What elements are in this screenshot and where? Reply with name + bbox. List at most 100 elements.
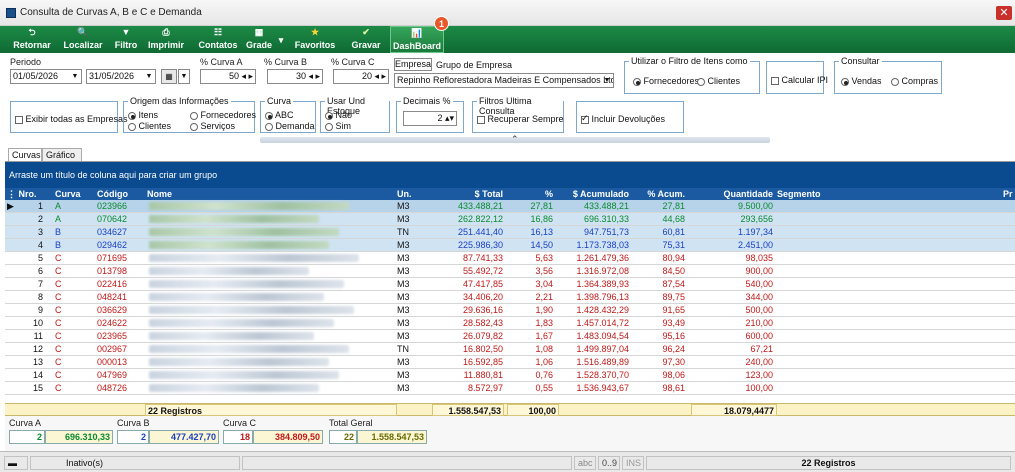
tab-empresa[interactable]: Empresa <box>394 58 432 71</box>
cell-total: 11.880,81 <box>463 370 503 380</box>
date-to-field[interactable]: 31/05/2026 ▼ <box>86 69 156 84</box>
table-row[interactable]: 6 C 013798 M3 55.492,72 3,56 1.316.972,08 84,50… <box>5 265 1015 278</box>
header-pr[interactable]: Pr <box>1001 188 1015 200</box>
chevron-down-icon: ▾ <box>278 35 284 45</box>
radio-clientes[interactable]: Clientes <box>697 76 740 86</box>
chevron-down-icon[interactable]: ▼ <box>69 70 81 83</box>
dashboard-button[interactable]: 📊 DashBoard <box>390 26 444 53</box>
cell-pct-acum: 91,65 <box>662 305 685 315</box>
radio-demanda[interactable]: Demanda <box>265 121 315 131</box>
calcular-ipi-checkbox[interactable]: Calcular IPI <box>771 75 828 85</box>
cell-pct: 1,83 <box>535 318 553 328</box>
cell-pct-acum: 27,81 <box>662 201 685 211</box>
table-row[interactable]: 11 C 023965 M3 26.079,82 1,67 1.483.094,54 95,1… <box>5 330 1015 343</box>
radio-origem-fornecedores[interactable]: Fornecedores <box>190 110 256 120</box>
cell-total: 28.582,43 <box>462 318 503 328</box>
table-row[interactable]: 3 B 034627 TN 251.441,40 16,13 947.751,73 60,81… <box>5 226 1015 239</box>
curva-c-stepper[interactable]: 20 ◂ ▸ <box>333 69 389 84</box>
header-nro[interactable]: ⋮ Nro. <box>5 188 45 200</box>
filtro-button[interactable]: ▼ Filtro <box>110 26 142 53</box>
cell-curva: C <box>55 318 62 328</box>
favoritos-button[interactable]: ★ Favoritos <box>292 26 338 53</box>
radio-vendas[interactable]: Vendas <box>841 76 882 86</box>
cell-codigo: 023965 <box>97 331 128 341</box>
radio-nao[interactable]: Não <box>325 110 352 120</box>
table-row[interactable]: 12 C 002967 TN 16.802,50 1,08 1.499.897,04 96,2… <box>5 343 1015 356</box>
recuperar-sempre-checkbox[interactable]: Recuperar Sempre <box>477 114 564 124</box>
curva-b-stepper[interactable]: 30 ◂ ▸ <box>267 69 323 84</box>
grade-button[interactable]: ▦ Grade <box>244 26 274 53</box>
table-row[interactable]: 13 C 000013 M3 16.592,85 1,06 1.516.489,89 97,3… <box>5 356 1015 369</box>
table-row[interactable]: 10 C 024622 M3 28.582,43 1,83 1.457.014,72 93,4… <box>5 317 1015 330</box>
header-un[interactable]: Un. <box>395 188 435 200</box>
cell-pct-acum: 98,61 <box>662 383 685 393</box>
radio-itens[interactable]: Itens <box>128 110 158 120</box>
cell-nro: 6 <box>37 266 43 276</box>
table-row[interactable]: 9 C 036629 M3 29.636,16 1,90 1.428.432,29 91,65… <box>5 304 1015 317</box>
table-row[interactable]: 14 C 047969 M3 11.880,81 0,76 1.528.370,70 98,0… <box>5 369 1015 382</box>
header-pct-acum[interactable]: % Acum. <box>631 188 687 200</box>
curva-c-value: 384.809,50 <box>253 430 323 444</box>
status-blank <box>242 456 572 470</box>
redacted-name <box>149 293 324 301</box>
contatos-button[interactable]: ☷ Contatos <box>196 26 240 53</box>
cell-codigo: 024622 <box>97 318 128 328</box>
calendar-icon[interactable]: ▦ <box>161 69 177 84</box>
table-row[interactable]: ▶ 1 A 023966 M3 433.488,21 27,81 433.488,21 27,8… <box>5 200 1015 213</box>
status-inativos: Inativo(s) <box>30 456 240 470</box>
radio-sim[interactable]: Sim <box>325 121 351 131</box>
header-total[interactable]: $ Total <box>435 188 505 200</box>
chevron-down-icon[interactable]: ▼ <box>178 69 190 84</box>
radio-fornecedores[interactable]: Fornecedores <box>633 76 699 86</box>
radio-checked-icon <box>325 111 333 120</box>
cell-curva: C <box>55 331 62 341</box>
table-row[interactable]: 4 B 029462 M3 225.986,30 14,50 1.173.738,03 75,… <box>5 239 1015 252</box>
curva-group: Curva ABC Demanda <box>260 96 316 133</box>
tab-curvas[interactable]: Curvas <box>8 148 42 162</box>
cell-codigo: 013798 <box>97 266 128 276</box>
decimais-stepper[interactable]: 2 ▴▾ <box>403 111 457 126</box>
group-by-area[interactable]: Arraste um título de coluna aqui para cr… <box>5 162 1015 188</box>
close-button[interactable]: ✕ <box>996 6 1012 20</box>
total-valor-box: 1.558.547,53 <box>432 404 504 416</box>
radio-origem-clientes[interactable]: Clientes <box>128 121 171 131</box>
collapse-icon[interactable]: ⌃ <box>511 134 519 145</box>
date-from-field[interactable]: 01/05/2026 ▼ <box>10 69 82 84</box>
imprimir-button[interactable]: ⎙ Imprimir <box>146 26 186 53</box>
exibir-empresas-checkbox[interactable]: Exibir todas as Empresas <box>15 114 128 124</box>
incluir-devolucoes-checkbox[interactable]: Incluir Devoluções <box>581 113 665 124</box>
notification-badge: 1 <box>434 16 449 31</box>
header-nome[interactable]: Nome <box>145 188 395 200</box>
header-curva[interactable]: Curva <box>53 188 93 200</box>
radio-icon <box>190 122 198 131</box>
cell-quantidade: 344,00 <box>745 292 773 302</box>
radio-servicos[interactable]: Serviços <box>190 121 235 131</box>
header-pct[interactable]: % <box>505 188 555 200</box>
table-row[interactable]: 7 C 022416 M3 47.417,85 3,04 1.364.389,93 87,54… <box>5 278 1015 291</box>
cell-pct: 1,90 <box>535 305 553 315</box>
header-segmento[interactable]: Segmento <box>775 188 895 200</box>
tab-grafico[interactable]: Gráfico <box>42 148 82 162</box>
cell-pct-acum: 96,24 <box>662 344 685 354</box>
chevron-down-icon[interactable]: ▼ <box>601 74 613 87</box>
table-row[interactable]: 8 C 048241 M3 34.406,20 2,21 1.398.796,13 89,75… <box>5 291 1015 304</box>
table-row[interactable]: 5 C 071695 M3 87.741,33 5,63 1.261.479,36 80,94… <box>5 252 1015 265</box>
radio-abc[interactable]: ABC <box>265 110 294 120</box>
grade-dropdown-arrow[interactable]: ▾ <box>276 26 286 53</box>
empresa-select[interactable]: Repinho Reflorestadora Madeiras E Compen… <box>394 73 614 88</box>
chevron-down-icon[interactable]: ▼ <box>143 70 155 83</box>
header-acumulado[interactable]: $ Acumulado <box>555 188 631 200</box>
header-codigo[interactable]: Código <box>95 188 145 200</box>
gravar-button[interactable]: ✔ Gravar <box>348 26 384 53</box>
header-quantidade[interactable]: Quantidade <box>687 188 775 200</box>
tab-grupo-empresa[interactable]: Grupo de Empresa <box>436 60 512 70</box>
localizar-button[interactable]: 🔍 Localizar <box>60 26 106 53</box>
exibir-empresas-group: Exibir todas as Empresas <box>10 101 128 133</box>
retornar-button[interactable]: ⮌ Retornar <box>8 26 56 53</box>
cell-nro: 8 <box>37 292 43 302</box>
table-row[interactable]: 15 C 048726 M3 8.572,97 0,55 1.536.943,67 98,61… <box>5 382 1015 395</box>
radio-compras[interactable]: Compras <box>891 76 938 86</box>
curva-a-stepper[interactable]: 50 ◂ ▸ <box>200 69 256 84</box>
table-row[interactable]: 2 A 070642 M3 262.822,12 16,86 696.310,33 44,68… <box>5 213 1015 226</box>
cell-curva: C <box>55 253 62 263</box>
